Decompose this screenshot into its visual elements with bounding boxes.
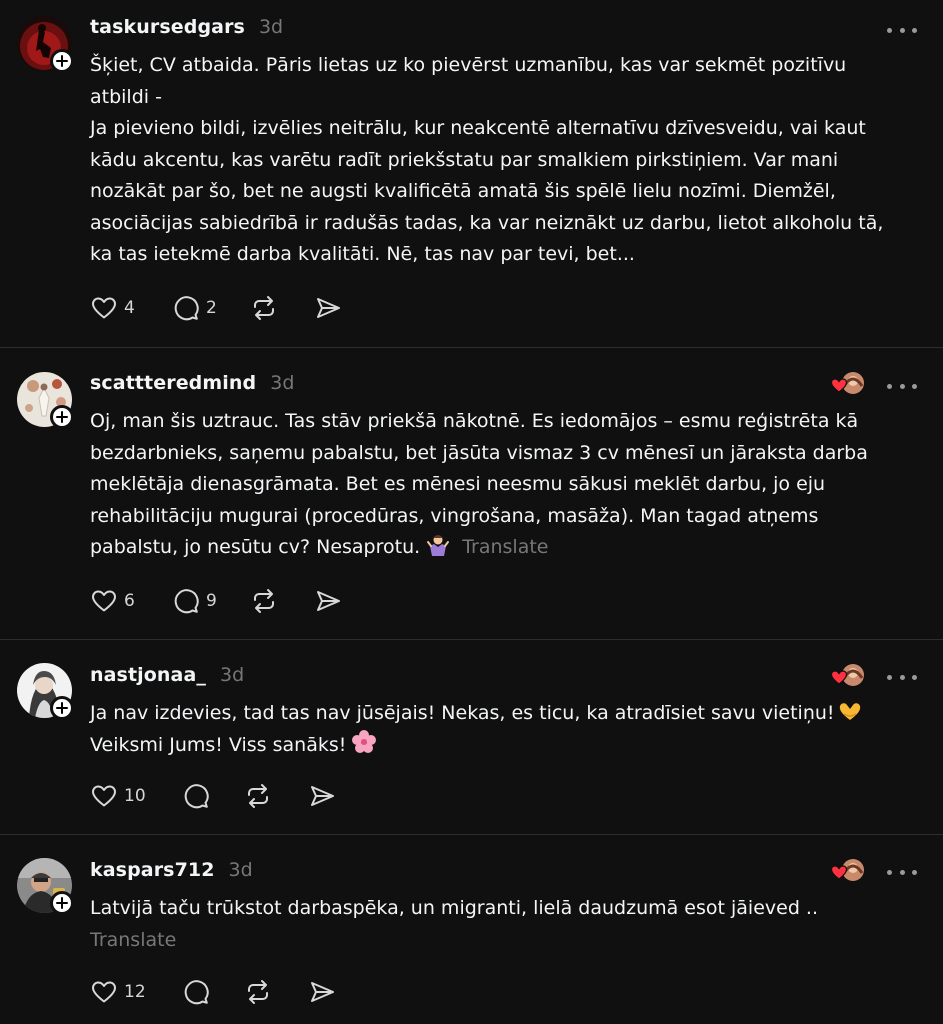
like-button[interactable]: 4 [90, 293, 172, 323]
post-text: Latvijā taču trūkstot darbaspēka, un mig… [90, 893, 930, 956]
post-text: Šķiet, CV atbaida. Pāris lietas uz ko pi… [90, 54, 884, 265]
person-shrugging-emoji-icon [427, 535, 450, 556]
comment-bubble-icon [184, 980, 209, 1005]
repost-button[interactable] [250, 586, 314, 616]
timestamp[interactable]: 3d [220, 664, 244, 686]
heart-icon [92, 785, 116, 807]
threads-feed: taskursedgars 3d Šķiet, CV atbaida. Pāri… [0, 0, 943, 1024]
liked-by-author-icon [831, 859, 864, 881]
comment-bubble-icon [174, 589, 199, 614]
post-header: taskursedgars 3d [90, 16, 283, 38]
heart-icon [92, 981, 116, 1003]
reply-count: 2 [206, 298, 217, 318]
translate-link[interactable]: Translate [462, 536, 548, 558]
share-button[interactable] [314, 293, 342, 323]
heart-icon [92, 590, 116, 612]
share-button[interactable] [314, 586, 342, 616]
more-horizontal-icon[interactable] [887, 862, 917, 882]
post-header: scattteredmind 3d [90, 372, 294, 394]
liked-by-author-icon [831, 372, 864, 394]
timestamp[interactable]: 3d [270, 372, 294, 394]
divider [0, 834, 943, 835]
avatar[interactable] [17, 663, 74, 720]
like-count: 6 [124, 591, 135, 611]
heart-hands-emoji-icon [839, 703, 860, 720]
repost-icon [254, 296, 274, 320]
like-button[interactable]: 6 [90, 586, 172, 616]
like-button[interactable]: 10 [90, 781, 182, 811]
follow-plus-icon[interactable] [50, 405, 74, 429]
post-actions: 4 2 [90, 293, 342, 323]
post-text: Ja nav izdevies, tad tas nav jūsējais! N… [90, 698, 930, 761]
avatar[interactable] [17, 372, 74, 429]
username[interactable]: taskursedgars [90, 16, 245, 38]
username[interactable]: kaspars712 [90, 859, 215, 881]
timestamp[interactable]: 3d [259, 16, 283, 38]
reply-button[interactable] [182, 781, 244, 811]
send-icon [311, 982, 334, 1002]
more-horizontal-icon[interactable] [887, 667, 917, 687]
send-icon [317, 298, 340, 318]
follow-plus-icon[interactable] [50, 49, 74, 73]
like-button[interactable]: 12 [90, 977, 182, 1007]
comment-bubble-icon [184, 784, 209, 809]
repost-icon [248, 980, 268, 1004]
share-button[interactable] [308, 781, 336, 811]
post-text-content: Latvijā taču trūkstot darbaspēka, un mig… [90, 897, 819, 919]
like-count: 10 [124, 786, 146, 806]
repost-icon [248, 784, 268, 808]
post-actions: 12 [90, 977, 336, 1007]
post-actions: 6 9 [90, 586, 342, 616]
avatar[interactable] [17, 858, 74, 915]
avatar[interactable] [17, 16, 74, 73]
heart-icon [92, 297, 116, 319]
reply-button[interactable]: 2 [172, 293, 250, 323]
post-text: Oj, man šis uztrauc. Tas stāv priekšā nā… [90, 406, 930, 564]
more-horizontal-icon[interactable] [887, 20, 917, 40]
like-count: 4 [124, 298, 135, 318]
divider [0, 347, 943, 348]
repost-button[interactable] [244, 781, 308, 811]
more-horizontal-icon[interactable] [887, 376, 917, 396]
post-actions: 10 [90, 781, 336, 811]
liked-by-author-icon [831, 664, 864, 686]
comment-bubble-icon [174, 296, 199, 321]
divider [0, 639, 943, 640]
repost-button[interactable] [244, 977, 308, 1007]
post-text-line: Ja nav izdevies, tad tas nav jūsējais! N… [90, 702, 835, 724]
post-header: kaspars712 3d [90, 859, 253, 881]
post-header: nastjonaa_ 3d [90, 664, 244, 686]
timestamp[interactable]: 3d [229, 859, 253, 881]
like-count: 12 [124, 982, 146, 1002]
translate-link[interactable]: Translate [90, 929, 176, 951]
reply-button[interactable]: 9 [172, 586, 250, 616]
share-button[interactable] [308, 977, 336, 1007]
reply-count: 9 [206, 591, 217, 611]
username[interactable]: scattteredmind [90, 372, 256, 394]
send-icon [311, 786, 334, 806]
follow-plus-icon[interactable] [50, 696, 74, 720]
send-icon [317, 591, 340, 611]
reply-button[interactable] [182, 977, 244, 1007]
post-text-line: Veiksmi Jums! Viss sanāks! [90, 733, 347, 756]
follow-plus-icon[interactable] [50, 891, 74, 915]
username[interactable]: nastjonaa_ [90, 664, 206, 686]
repost-icon [254, 589, 274, 613]
repost-button[interactable] [250, 293, 314, 323]
cherry-blossom-emoji-icon [352, 729, 377, 753]
